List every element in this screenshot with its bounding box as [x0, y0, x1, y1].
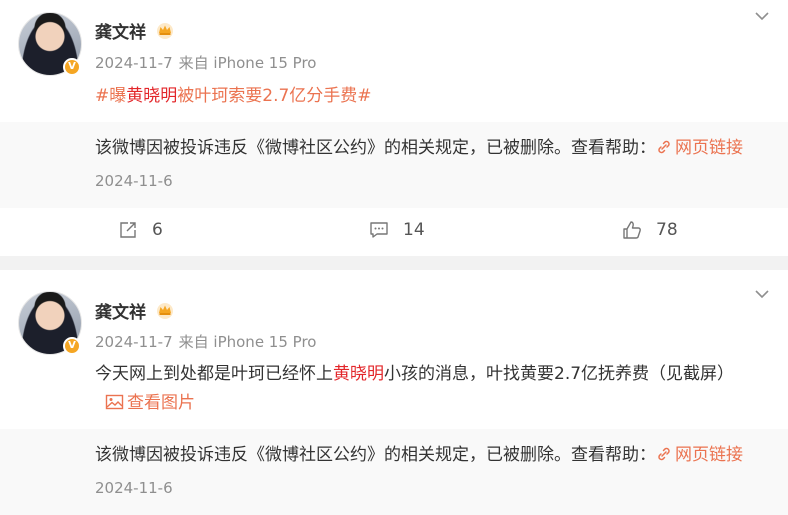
repost-icon: [120, 222, 136, 238]
repost-count: 6: [152, 220, 163, 240]
like-count: 78: [656, 220, 678, 240]
crown-icon: [157, 303, 173, 319]
comment-icon: [370, 222, 388, 238]
post-card-2: V 龚文祥 2024-11-7 来自 iPhone 15 Pro 今天网上到处都是…: [0, 270, 788, 515]
topic-link[interactable]: #曝黄晓明被叶珂索要2.7亿分手费#: [95, 86, 372, 106]
verified-icon: V: [63, 58, 81, 76]
crown-icon: [157, 23, 173, 39]
post-date[interactable]: 2024-11-7: [95, 54, 173, 72]
notice-text: 该微博因被投诉违反《微博社区公约》的相关规定，已被删除。查看帮助： 网页链接: [95, 445, 743, 465]
post-source: 来自 iPhone 15 Pro: [178, 333, 317, 351]
comment-button[interactable]: 14: [369, 220, 425, 240]
like-icon: [623, 221, 641, 239]
post-text: 今天网上到处都是叶珂已经怀上黄晓明小孩的消息，叶找黄要2.7亿抚养费（见截屏）查…: [95, 364, 735, 413]
post-card-1: V 龚文祥 2024-11-7 来自 iPhone 15 Pro #曝黄晓明被叶珂…: [0, 0, 788, 256]
link-icon: [658, 140, 670, 154]
action-bar: 6 14 78: [0, 208, 788, 256]
author-name[interactable]: 龚文祥: [95, 18, 146, 43]
author-name[interactable]: 龚文祥: [95, 298, 146, 323]
like-button[interactable]: 78: [622, 220, 678, 240]
repost-button[interactable]: 6: [118, 220, 163, 240]
chevron-down-icon[interactable]: [754, 289, 770, 299]
deleted-notice: 该微博因被投诉违反《微博社区公约》的相关规定，已被删除。查看帮助： 网页链接 20…: [0, 122, 788, 208]
mention-name[interactable]: 黄晓明: [333, 364, 384, 384]
link-icon: [658, 447, 670, 461]
post-meta: 2024-11-7 来自 iPhone 15 Pro: [95, 52, 322, 73]
verified-icon: V: [63, 337, 81, 355]
notice-text: 该微博因被投诉违反《微博社区公约》的相关规定，已被删除。查看帮助： 网页链接: [95, 138, 743, 158]
deleted-notice: 该微博因被投诉违反《微博社区公约》的相关规定，已被删除。查看帮助： 网页链接 20…: [0, 429, 788, 515]
image-icon: [105, 394, 124, 410]
chevron-down-icon[interactable]: [754, 11, 770, 21]
notice-date[interactable]: 2024-11-6: [95, 172, 173, 190]
view-image-link[interactable]: 查看图片: [105, 393, 195, 413]
web-link[interactable]: 网页链接: [656, 445, 743, 465]
notice-date[interactable]: 2024-11-6: [95, 479, 173, 497]
post-text: #曝黄晓明被叶珂索要2.7亿分手费#: [95, 82, 765, 111]
comment-count: 14: [403, 220, 425, 240]
post-source: 来自 iPhone 15 Pro: [178, 54, 317, 72]
post-date[interactable]: 2024-11-7: [95, 333, 173, 351]
web-link[interactable]: 网页链接: [656, 138, 743, 158]
post-meta: 2024-11-7 来自 iPhone 15 Pro: [95, 331, 322, 352]
